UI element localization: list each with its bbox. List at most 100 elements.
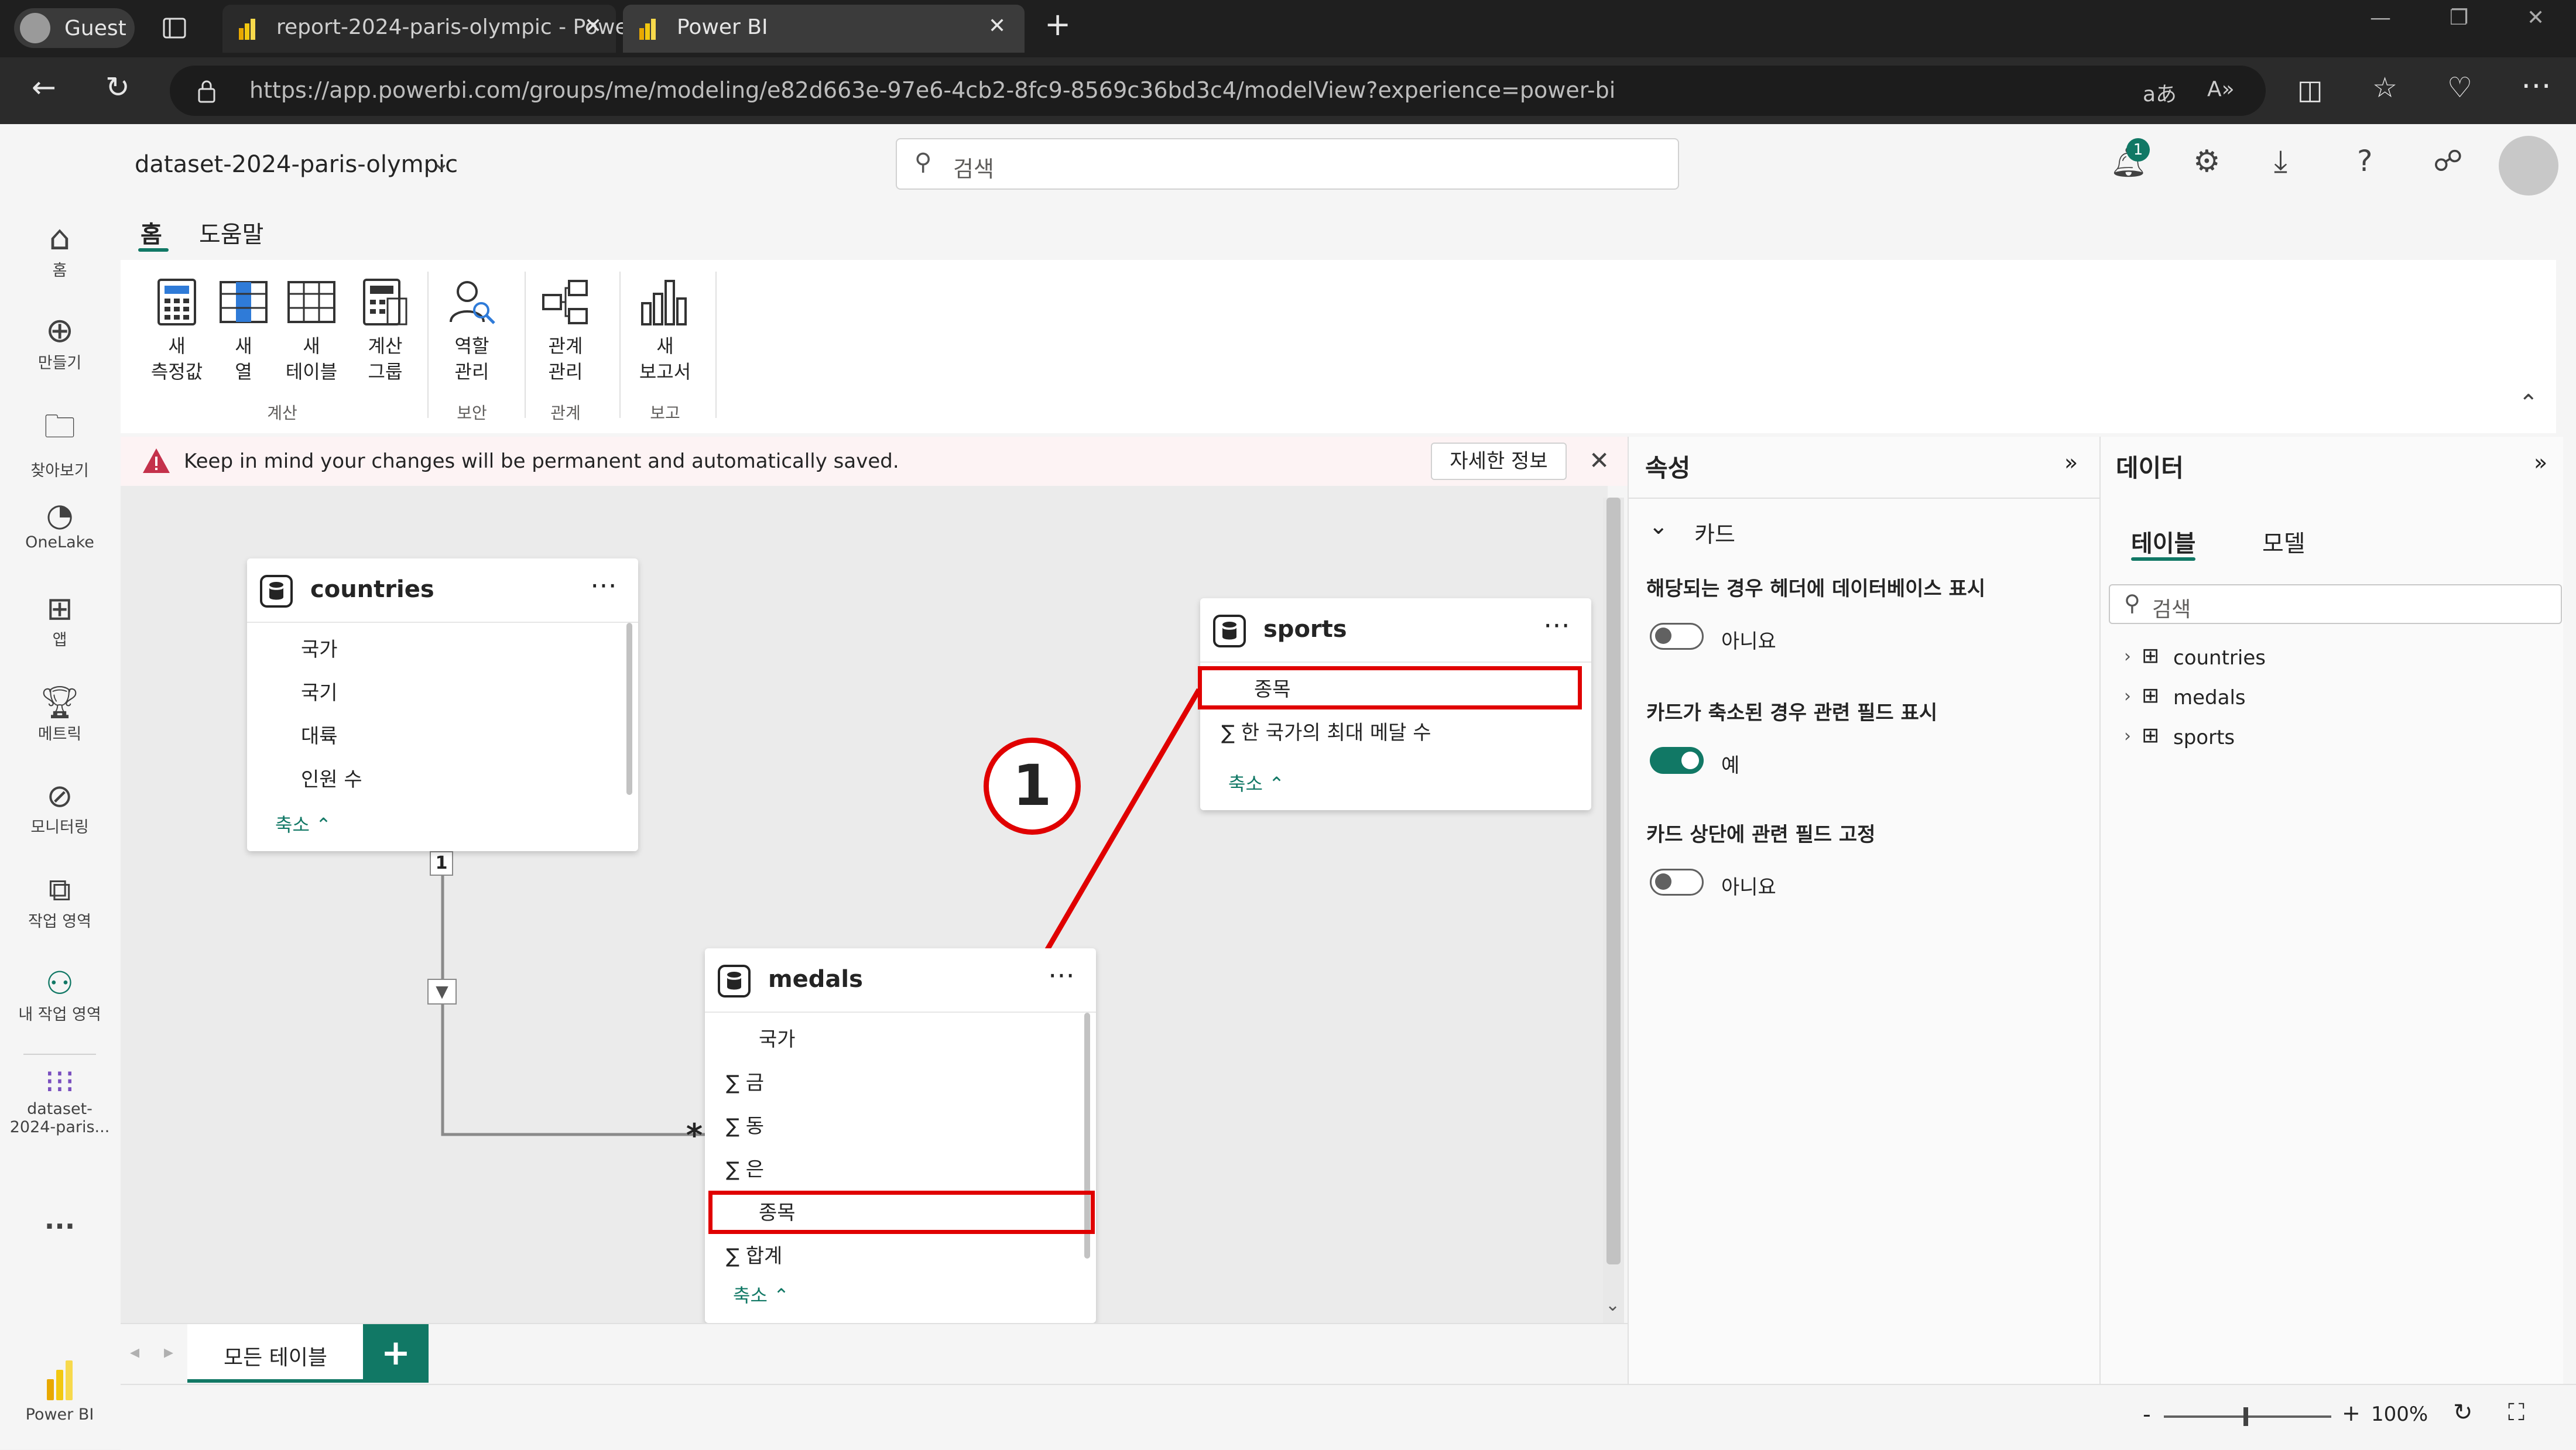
close-icon[interactable]: ✕ [1589, 446, 1609, 475]
collapse-pane-icon[interactable]: » [2064, 450, 2078, 475]
tab-help[interactable]: 도움말 [199, 215, 263, 249]
tab-all-tables[interactable]: 모든 테이블 [187, 1324, 363, 1383]
new-table-button[interactable]: 새 테이블 [276, 277, 347, 385]
field-item[interactable]: 국기 [301, 677, 338, 705]
manage-relationships-button[interactable]: 관계 관리 [530, 277, 601, 385]
button-label: 역할 [454, 335, 489, 357]
collapse-pane-icon[interactable]: » [2534, 450, 2547, 475]
reset-zoom-icon[interactable]: ↻ [2453, 1399, 2473, 1426]
more-options-icon[interactable]: ⋯ [1048, 959, 1075, 990]
close-icon[interactable]: ✕ [584, 14, 602, 38]
profile-button[interactable]: Guest [14, 8, 135, 48]
back-icon[interactable]: ← [32, 70, 56, 104]
powerbi-brand[interactable]: Power BI [0, 1359, 119, 1424]
split-screen-icon[interactable]: ◫ [2297, 74, 2322, 105]
help-icon[interactable]: ? [2357, 144, 2373, 178]
field-item[interactable]: 인원 수 [301, 763, 362, 792]
more-icon[interactable]: ... [0, 1204, 119, 1235]
nav-my-workspace[interactable]: ⚇ 내 작업 영역 [0, 965, 119, 1024]
table-card-countries[interactable]: countries ⋯ 국가 국기 대륙 인원 수 축소 ⌃ [247, 558, 638, 851]
global-search-input[interactable]: ⚲ 검색 [896, 138, 1679, 190]
download-icon[interactable]: ⤓ [2274, 144, 2287, 180]
nav-create[interactable]: ⊕ 만들기 [0, 310, 119, 373]
field-item[interactable]: ∑ 금 [726, 1067, 764, 1095]
canvas-scrollbar[interactable]: ⌄ [1603, 498, 1624, 1323]
data-search-input[interactable]: ⚲ 검색 [2109, 584, 2562, 624]
collapse-link[interactable]: 축소 ⌃ [733, 1281, 789, 1308]
scroll-right-icon[interactable]: ▸ [164, 1341, 173, 1363]
field-item[interactable]: ∑ 한 국가의 최대 메달 수 [1221, 717, 1431, 745]
calculation-group-button[interactable]: 계산 그룹 [350, 277, 420, 385]
nav-metrics[interactable]: 🏆︎ 메트릭 [0, 684, 119, 744]
button-label: 테이블 [285, 361, 338, 383]
chevron-down-icon[interactable]: ⌄ [1649, 513, 1669, 540]
read-aloud-icon[interactable]: A» [2207, 77, 2235, 101]
nav-browse[interactable]: 🗀 찾아보기 [0, 404, 119, 481]
new-report-button[interactable]: 새 보고서 [625, 277, 705, 385]
chevron-down-icon[interactable]: ⌄ [1605, 1295, 1620, 1315]
tab-model[interactable]: 모델 [2262, 525, 2306, 558]
nav-apps[interactable]: ⊞ 앱 [0, 590, 119, 650]
minimize-icon[interactable]: — [2370, 6, 2391, 30]
nav-onelake[interactable]: ◔ OneLake [0, 496, 119, 551]
collapse-link[interactable]: 축소 ⌃ [1228, 769, 1284, 796]
field-item[interactable]: 국가 [759, 1023, 796, 1052]
nav-home[interactable]: ⌂ 홈 [0, 218, 119, 280]
zoom-out-icon[interactable]: - [2143, 1401, 2151, 1427]
settings-more-icon[interactable]: ⋯ [2521, 68, 2551, 103]
nav-dataset[interactable]: ⁝⁝⁝ dataset-2024-paris... [0, 1063, 119, 1136]
section-card[interactable]: 카드 [1694, 516, 1735, 549]
new-tab-icon[interactable]: + [1044, 6, 1071, 43]
card-scrollbar[interactable] [626, 623, 632, 795]
nav-workspaces[interactable]: ⧉ 작업 영역 [0, 871, 119, 931]
more-options-icon[interactable]: ⋯ [1543, 609, 1570, 640]
tab-powerbi[interactable]: Power BI ✕ [623, 5, 1025, 53]
cross-filter-direction-icon[interactable]: ▼ [427, 979, 457, 1005]
collapse-ribbon-icon[interactable]: ⌃ [2519, 390, 2539, 417]
more-options-icon[interactable]: ⋯ [590, 569, 617, 601]
favorites-icon[interactable]: ☆ [2372, 71, 2397, 104]
tab-actions-icon[interactable] [162, 15, 187, 41]
table-card-medals[interactable]: medals ⋯ 국가 ∑ 금 ∑ 동 ∑ 은 종목 ∑ 합계 축소 ⌃ [705, 948, 1096, 1323]
share-feedback-icon[interactable]: ☍ [2433, 144, 2463, 178]
field-item[interactable]: 대륙 [301, 720, 338, 749]
zoom-slider-thumb[interactable] [2243, 1407, 2248, 1426]
field-item[interactable]: 국가 [301, 633, 338, 662]
collapse-link[interactable]: 축소 ⌃ [275, 810, 331, 837]
manage-roles-button[interactable]: 역할 관리 [437, 277, 507, 385]
new-measure-button[interactable]: 새 측정값 [144, 277, 210, 385]
tab-home[interactable]: 홈 [141, 215, 162, 249]
close-icon[interactable]: ✕ [988, 14, 1006, 38]
add-layout-button[interactable]: + [363, 1324, 429, 1383]
nav-monitoring[interactable]: ⊘ 모니터링 [0, 777, 119, 837]
field-item[interactable]: ∑ 동 [726, 1110, 764, 1139]
tab-report[interactable]: report-2024-paris-olympic - Powe ✕ [222, 5, 628, 53]
fit-to-screen-icon[interactable]: ⛶ [2508, 1399, 2524, 1426]
translate-icon[interactable]: aあ [2143, 77, 2177, 108]
address-bar[interactable]: https://app.powerbi.com/groups/me/modeli… [170, 66, 2266, 116]
zoom-in-icon[interactable]: + [2342, 1400, 2361, 1426]
collapse-label: 축소 [275, 814, 310, 836]
chevron-right-icon[interactable]: › [2124, 646, 2131, 667]
chevron-right-icon[interactable]: › [2124, 686, 2131, 707]
scrollbar-thumb[interactable] [1606, 498, 1621, 1264]
toggle-show-related-fields[interactable] [1650, 747, 1704, 774]
window-close-icon[interactable]: ✕ [2527, 6, 2544, 30]
new-column-button[interactable]: 새 열 [214, 277, 273, 385]
dataset-name[interactable]: dataset-2024-paris-olympic [135, 151, 458, 178]
scroll-left-icon[interactable]: ◂ [130, 1341, 139, 1363]
field-item[interactable]: ∑ 은 [726, 1153, 764, 1182]
field-item[interactable]: ∑ 합계 [726, 1240, 782, 1269]
refresh-icon[interactable]: ↻ [105, 70, 130, 104]
gear-icon[interactable]: ⚙ [2193, 144, 2221, 179]
avatar[interactable] [2499, 136, 2558, 196]
browser-essentials-icon[interactable]: ♡ [2447, 71, 2472, 104]
learn-more-button[interactable]: 자세한 정보 [1431, 443, 1567, 480]
tab-tables[interactable]: 테이블 [2131, 525, 2195, 558]
option-value: 아니요 [1721, 630, 1776, 653]
toggle-pin-related-fields[interactable] [1650, 869, 1704, 896]
chevron-down-icon[interactable]: ⌄ [432, 151, 450, 175]
toggle-show-database[interactable] [1650, 623, 1704, 650]
chevron-right-icon[interactable]: › [2124, 726, 2131, 746]
restore-icon[interactable]: ❐ [2450, 6, 2468, 30]
